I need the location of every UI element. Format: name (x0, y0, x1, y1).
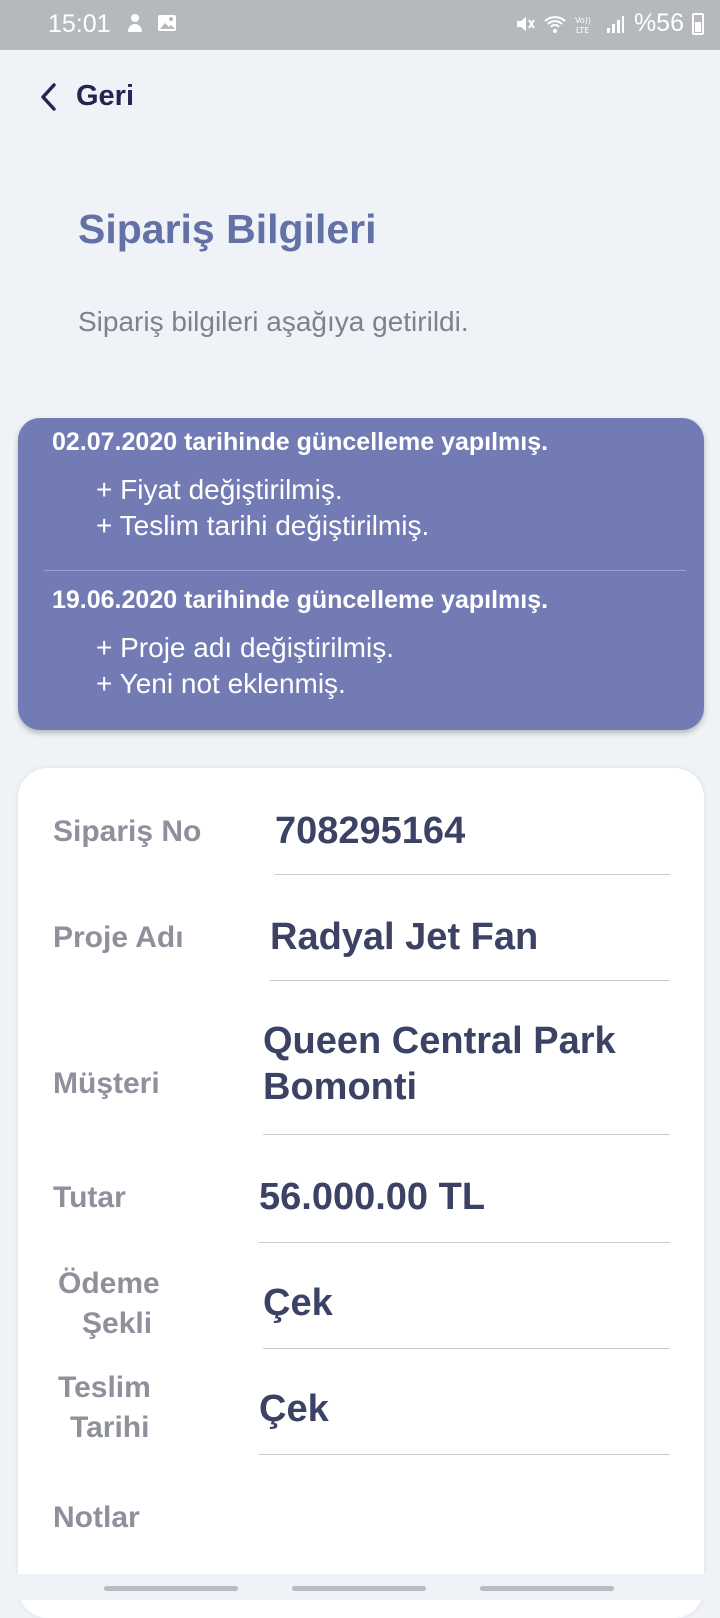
order-details-card: Sipariş No 708295164 Proje Adı Radyal Je… (18, 768, 704, 1618)
field-underline (259, 1454, 670, 1455)
amount-label: Tutar (53, 1181, 126, 1214)
page-subtitle: Sipariş bilgileri aşağıya getirildi. (78, 306, 469, 337)
delivery-date-label-line2: Tarihi (70, 1411, 150, 1444)
signal-icon (606, 15, 624, 33)
delivery-date-value: Çek (259, 1388, 329, 1430)
order-number-label: Sipariş No (53, 815, 202, 848)
update-change: + Fiyat değiştirilmiş. (96, 474, 343, 505)
nav-home-handle[interactable] (292, 1586, 426, 1591)
customer-value-line1: Queen Central Park (263, 1020, 616, 1062)
customer-value-line2: Bomonti (263, 1066, 418, 1108)
back-label: Geri (76, 80, 135, 112)
status-time: 15:01 (48, 10, 111, 38)
customer-label: Müşteri (53, 1067, 160, 1100)
mute-icon (516, 16, 535, 31)
update-heading: 02.07.2020 tarihinde güncelleme yapılmış… (52, 428, 549, 456)
notes-label: Notlar (53, 1501, 140, 1534)
wifi-icon (544, 15, 566, 33)
nav-back-handle[interactable] (480, 1586, 614, 1591)
delivery-date-label-line1: Teslim (58, 1371, 151, 1404)
page-title: Sipariş Bilgileri (78, 206, 377, 252)
project-name-label: Proje Adı (53, 921, 184, 954)
field-underline (259, 1242, 670, 1243)
update-divider (44, 570, 686, 571)
volte-icon: Vo))LTE (575, 16, 591, 35)
payment-method-label-line1: Ödeme (58, 1267, 160, 1300)
field-underline (263, 1134, 670, 1135)
back-button[interactable]: Geri (38, 80, 134, 113)
update-change: + Teslim tarihi değiştirilmiş. (96, 510, 430, 541)
update-history-card: 02.07.2020 tarihinde güncelleme yapılmış… (18, 418, 704, 730)
status-bar: 15:01 Vo)) LTE %56 (0, 0, 720, 50)
field-underline (270, 980, 670, 981)
person-icon (128, 14, 142, 32)
battery-icon (692, 12, 704, 35)
update-heading: 19.06.2020 tarihinde güncelleme yapılmış… (52, 586, 549, 614)
field-underline (275, 874, 670, 875)
chevron-left-icon (41, 82, 56, 111)
nav-recent-handle[interactable] (104, 1586, 238, 1591)
battery-percentage: %56 (633, 9, 684, 37)
update-change: + Proje adı değiştirilmiş. (96, 632, 395, 663)
svg-text:LTE: LTE (576, 26, 589, 35)
update-change: + Yeni not eklenmiş. (96, 668, 346, 699)
amount-value: 56.000.00 TL (259, 1176, 486, 1218)
payment-method-value: Çek (263, 1282, 333, 1324)
order-number-value: 708295164 (275, 810, 466, 852)
project-name-value: Radyal Jet Fan (270, 916, 539, 958)
image-icon (158, 15, 176, 31)
payment-method-label-line2: Şekli (82, 1307, 153, 1340)
svg-text:Vo)): Vo)) (575, 16, 591, 25)
field-underline (263, 1348, 670, 1349)
gesture-nav-bar (0, 1574, 720, 1600)
